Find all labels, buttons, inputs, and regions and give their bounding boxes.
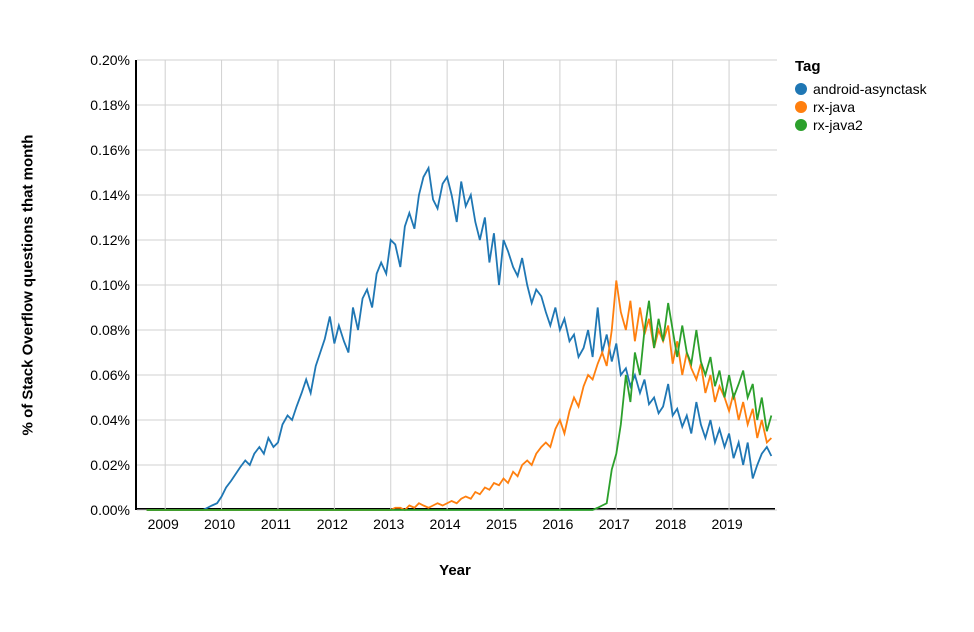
x-tick-label: 2013 — [364, 516, 414, 532]
legend-label: rx-java2 — [813, 117, 863, 133]
legend-title: Tag — [795, 58, 927, 75]
y-tick-label: 0.18% — [70, 97, 130, 113]
legend-item-rx-java2[interactable]: rx-java2 — [795, 117, 927, 133]
y-tick-label: 0.08% — [70, 322, 130, 338]
legend-label: android-asynctask — [813, 81, 927, 97]
x-tick-label: 2018 — [646, 516, 696, 532]
x-tick-label: 2016 — [533, 516, 583, 532]
y-tick-label: 0.02% — [70, 457, 130, 473]
y-tick-label: 0.12% — [70, 232, 130, 248]
x-tick-label: 2011 — [251, 516, 301, 532]
x-tick-label: 2019 — [702, 516, 752, 532]
legend-swatch-icon — [795, 83, 807, 95]
x-tick-label: 2014 — [420, 516, 470, 532]
grid-lines — [137, 60, 777, 510]
legend-item-android-asynctask[interactable]: android-asynctask — [795, 81, 927, 97]
x-tick-label: 2010 — [195, 516, 245, 532]
y-axis-label: % of Stack Overflow questions that month — [20, 135, 37, 436]
series-rx-java[interactable] — [147, 281, 772, 511]
plot-area[interactable] — [135, 60, 775, 510]
plot-svg — [137, 60, 777, 510]
y-tick-label: 0.10% — [70, 277, 130, 293]
series-group — [147, 168, 772, 510]
y-tick-label: 0.00% — [70, 502, 130, 518]
x-tick-label: 2015 — [477, 516, 527, 532]
legend-item-rx-java[interactable]: rx-java — [795, 99, 927, 115]
chart-container: 0.00% 0.02% 0.04% 0.06% 0.08% 0.10% 0.12% 0.14%… — [0, 0, 974, 632]
y-tick-label: 0.14% — [70, 187, 130, 203]
x-tick-label: 2012 — [307, 516, 357, 532]
legend-label: rx-java — [813, 99, 855, 115]
legend-swatch-icon — [795, 119, 807, 131]
legend: Tag android-asynctask rx-java rx-java2 — [795, 58, 927, 135]
series-rx-java2[interactable] — [147, 301, 772, 510]
legend-swatch-icon — [795, 101, 807, 113]
series-android-asynctask[interactable] — [147, 168, 772, 510]
x-axis-label: Year — [439, 562, 471, 579]
y-tick-label: 0.20% — [70, 52, 130, 68]
y-tick-label: 0.06% — [70, 367, 130, 383]
x-tick-label: 2009 — [138, 516, 188, 532]
y-tick-label: 0.16% — [70, 142, 130, 158]
x-tick-label: 2017 — [589, 516, 639, 532]
y-tick-label: 0.04% — [70, 412, 130, 428]
